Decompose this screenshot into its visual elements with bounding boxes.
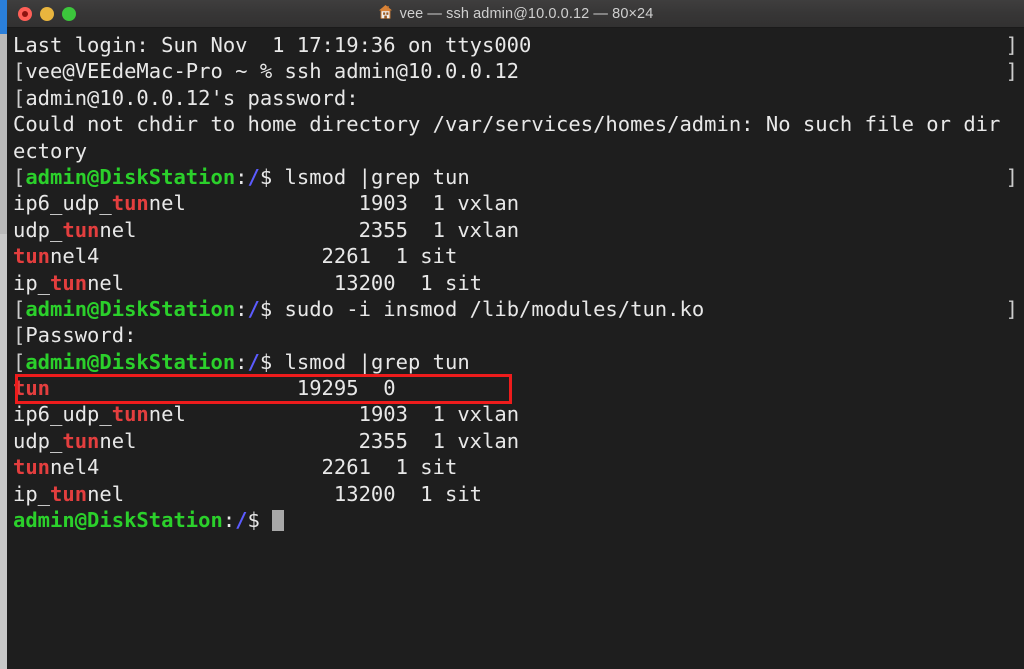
terminal-text: [ bbox=[13, 297, 25, 321]
terminal-text: nel4 2261 1 sit bbox=[50, 455, 457, 479]
terminal-text: nel 13200 1 sit bbox=[87, 482, 482, 506]
terminal-text: / bbox=[248, 350, 260, 374]
terminal-line-mod-tun: tun 19295 0 bbox=[7, 375, 1024, 401]
window-title-group: vee — ssh admin@10.0.0.12 — 80×24 bbox=[7, 0, 1024, 28]
terminal-line-prompt-insmod: [admin@DiskStation:/$ sudo -i insmod /li… bbox=[7, 296, 1024, 322]
terminal-text: nel 1903 1 vxlan bbox=[149, 191, 519, 215]
terminal-line-mod-ip-tunnel-1: ip_tunnel 13200 1 sit bbox=[7, 270, 1024, 296]
terminal-text: ip6_udp_ bbox=[13, 402, 112, 426]
terminal-line-prompt-lsmod-2: [admin@DiskStation:/$ lsmod |grep tun bbox=[7, 349, 1024, 375]
minimize-button[interactable] bbox=[40, 7, 54, 21]
terminal-text: udp_ bbox=[13, 218, 62, 242]
terminal-text: tun bbox=[50, 271, 87, 295]
terminal-text: $ bbox=[248, 508, 273, 532]
terminal-text: nel 1903 1 vxlan bbox=[149, 402, 519, 426]
terminal-text: Last login: Sun Nov 1 17:19:36 on ttys00… bbox=[13, 33, 531, 57]
terminal-screen[interactable]: Last login: Sun Nov 1 17:19:36 on ttys00… bbox=[7, 28, 1024, 669]
terminal-text: tun bbox=[62, 218, 99, 242]
terminal-text: tun bbox=[50, 482, 87, 506]
terminal-text: ip_ bbox=[13, 482, 50, 506]
terminal-text: admin@DiskStation bbox=[25, 297, 235, 321]
terminal-line-chdir-error-2: ectory bbox=[7, 138, 1024, 164]
terminal-text: / bbox=[248, 165, 260, 189]
terminal-text: $ lsmod |grep tun bbox=[260, 350, 470, 374]
terminal-text: nel 2355 1 vxlan bbox=[99, 218, 519, 242]
terminal-text: tun bbox=[13, 244, 50, 268]
terminal-text: admin@DiskStation bbox=[13, 508, 223, 532]
terminal-line-mod-tunnel4-1: tunnel4 2261 1 sit bbox=[7, 243, 1024, 269]
terminal-text: nel 2355 1 vxlan bbox=[99, 429, 519, 453]
terminal-text: : bbox=[235, 165, 247, 189]
terminal-text: [ bbox=[13, 323, 25, 347]
terminal-text: tun bbox=[13, 376, 50, 400]
window-title: vee — ssh admin@10.0.0.12 — 80×24 bbox=[400, 6, 654, 22]
line-wrap-marker: ] bbox=[1006, 296, 1018, 322]
window-titlebar[interactable]: vee — ssh admin@10.0.0.12 — 80×24 bbox=[7, 0, 1024, 28]
terminal-text: ectory bbox=[13, 139, 87, 163]
terminal-text: / bbox=[235, 508, 247, 532]
terminal-text: : bbox=[223, 508, 235, 532]
terminal-line-last-login: Last login: Sun Nov 1 17:19:36 on ttys00… bbox=[7, 32, 1024, 58]
terminal-text: Could not chdir to home directory /var/s… bbox=[13, 112, 1000, 136]
terminal-text: [ bbox=[13, 59, 25, 83]
terminal-line-mod-udp-tunnel-1: udp_tunnel 2355 1 vxlan bbox=[7, 217, 1024, 243]
terminal-line-mod-tunnel4-2: tunnel4 2261 1 sit bbox=[7, 454, 1024, 480]
terminal-text: [ bbox=[13, 350, 25, 374]
terminal-line-mod-ip6-udp-tunnel-1: ip6_udp_tunnel 1903 1 vxlan bbox=[7, 190, 1024, 216]
terminal-output: Last login: Sun Nov 1 17:19:36 on ttys00… bbox=[7, 32, 1024, 533]
terminal-text: admin@10.0.0.12's password: bbox=[25, 86, 358, 110]
terminal-line-mod-ip6-udp-tunnel-2: ip6_udp_tunnel 1903 1 vxlan bbox=[7, 401, 1024, 427]
terminal-text: tun bbox=[13, 455, 50, 479]
terminal-text: admin@DiskStation bbox=[25, 165, 235, 189]
background-window-sliver bbox=[0, 0, 7, 34]
terminal-text: nel 13200 1 sit bbox=[87, 271, 482, 295]
terminal-text: : bbox=[235, 350, 247, 374]
terminal-text: ip6_udp_ bbox=[13, 191, 112, 215]
terminal-line-password-prompt-remote: [admin@10.0.0.12's password: bbox=[7, 85, 1024, 111]
terminal-text: admin@DiskStation bbox=[25, 350, 235, 374]
terminal-line-prompt-lsmod-1: [admin@DiskStation:/$ lsmod |grep tun] bbox=[7, 164, 1024, 190]
terminal-text: : bbox=[235, 297, 247, 321]
terminal-text: ip_ bbox=[13, 271, 50, 295]
terminal-text: $ lsmod |grep tun bbox=[260, 165, 470, 189]
terminal-text: [ bbox=[13, 86, 25, 110]
terminal-text: tun bbox=[112, 402, 149, 426]
terminal-text: / bbox=[248, 297, 260, 321]
terminal-line-prompt-active: admin@DiskStation:/$ bbox=[7, 507, 1024, 533]
close-button[interactable] bbox=[18, 7, 32, 21]
terminal-text: [ bbox=[13, 165, 25, 189]
terminal-text: tun bbox=[62, 429, 99, 453]
line-wrap-marker: ] bbox=[1006, 58, 1018, 84]
terminal-line-password-prompt-sudo: [Password: bbox=[7, 322, 1024, 348]
terminal-line-mod-ip-tunnel-2: ip_tunnel 13200 1 sit bbox=[7, 481, 1024, 507]
line-wrap-marker: ] bbox=[1006, 164, 1018, 190]
terminal-text: tun bbox=[112, 191, 149, 215]
close-icon bbox=[22, 11, 28, 17]
line-wrap-marker: ] bbox=[1006, 32, 1018, 58]
terminal-cursor bbox=[272, 510, 284, 531]
terminal-line-mod-udp-tunnel-2: udp_tunnel 2355 1 vxlan bbox=[7, 428, 1024, 454]
maximize-button[interactable] bbox=[62, 7, 76, 21]
terminal-line-chdir-error-1: Could not chdir to home directory /var/s… bbox=[7, 111, 1024, 137]
terminal-text: udp_ bbox=[13, 429, 62, 453]
terminal-text: Password: bbox=[25, 323, 136, 347]
terminal-line-ssh-command: [vee@VEEdeMac-Pro ~ % ssh admin@10.0.0.1… bbox=[7, 58, 1024, 84]
terminal-text: vee@VEEdeMac-Pro ~ % ssh admin@10.0.0.12 bbox=[25, 59, 519, 83]
terminal-text: 19295 0 bbox=[50, 376, 396, 400]
terminal-text: $ sudo -i insmod /lib/modules/tun.ko bbox=[260, 297, 704, 321]
home-icon bbox=[378, 4, 393, 24]
terminal-window: vee — ssh admin@10.0.0.12 — 80×24 Last l… bbox=[0, 0, 1024, 669]
terminal-text: nel4 2261 1 sit bbox=[50, 244, 457, 268]
